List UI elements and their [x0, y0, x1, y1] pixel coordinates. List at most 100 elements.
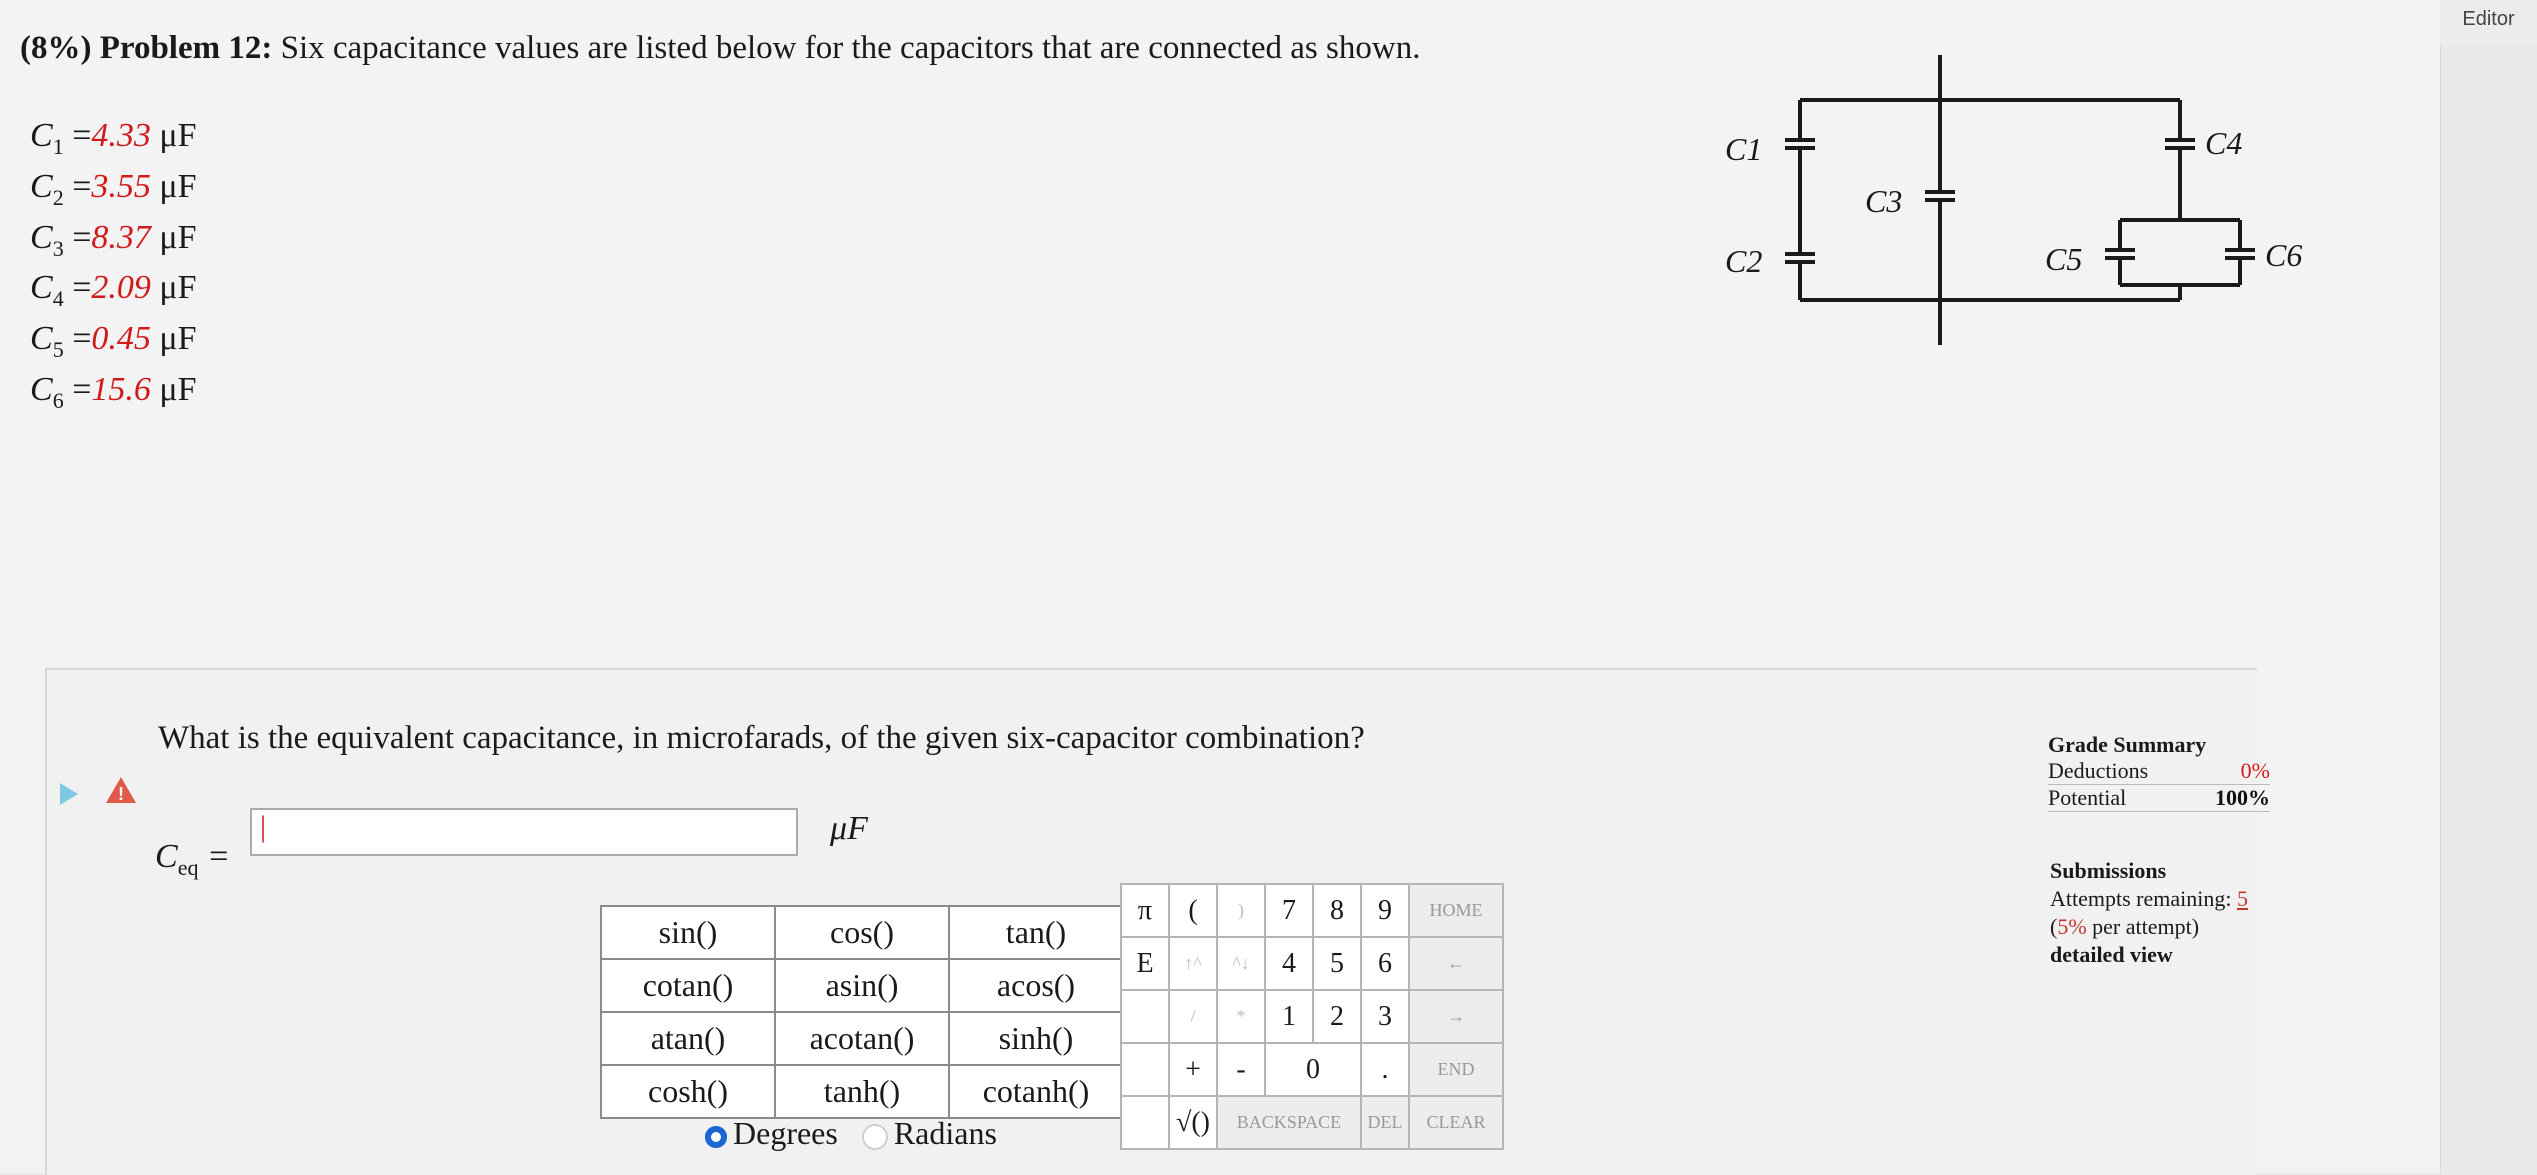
problem-title: (8%) Problem 12: Six capacitance values …	[20, 30, 1420, 67]
editor-link[interactable]: Editor	[2440, 0, 2537, 45]
slash-button[interactable]: /	[1168, 989, 1218, 1044]
back-arrow-button[interactable]: ←	[1408, 936, 1504, 991]
star-button[interactable]: *	[1216, 989, 1266, 1044]
backspace-button[interactable]: BACKSPACE	[1216, 1095, 1362, 1150]
decimal-button[interactable]: .	[1360, 1042, 1410, 1097]
per-attempt-text: per attempt)	[2086, 914, 2200, 939]
cap-value: 15.6	[91, 370, 151, 408]
digit-0-button[interactable]: 0	[1264, 1042, 1362, 1097]
cap-value: 8.37	[91, 218, 151, 256]
submissions-panel: Submissions Attempts remaining: 5 (5% pe…	[2050, 857, 2272, 969]
digit-6-button[interactable]: 6	[1360, 936, 1410, 991]
per-attempt-pct: 5%	[2057, 914, 2087, 939]
close-paren-button[interactable]: )	[1216, 883, 1266, 938]
acotan-button[interactable]: acotan()	[774, 1011, 950, 1066]
problem-statement: Six capacitance values are listed below …	[280, 30, 1421, 66]
radians-radio[interactable]	[861, 1123, 888, 1150]
e-button[interactable]: E	[1120, 936, 1170, 991]
c4-label: C4	[2205, 125, 2242, 161]
detailed-view-link[interactable]: detailed view	[2050, 941, 2272, 969]
potential-row: Potential 100%	[2048, 785, 2270, 812]
capacitor-row-3: C3 =8.37 μF	[30, 218, 197, 269]
play-icon[interactable]	[60, 783, 78, 805]
digit-7-button[interactable]: 7	[1264, 883, 1314, 938]
pi-button[interactable]: π	[1120, 883, 1170, 938]
digit-2-button[interactable]: 2	[1312, 989, 1362, 1044]
attempts-row: Attempts remaining: 5	[2050, 885, 2272, 913]
degrees-radio[interactable]	[705, 1125, 727, 1148]
cap-unit: μF	[150, 269, 197, 307]
cap-eq: =	[63, 167, 92, 205]
cap-eq: =	[63, 320, 92, 358]
plus-button[interactable]: +	[1168, 1042, 1218, 1097]
cap-eq: =	[63, 370, 92, 408]
answer-label-sub: eq	[177, 854, 199, 880]
cap-name: C	[30, 269, 53, 307]
warning-icon: !	[106, 777, 136, 804]
question-text: What is the equivalent capacitance, in m…	[158, 720, 1365, 756]
cos-button[interactable]: cos()	[774, 905, 950, 960]
cotanh-button[interactable]: cotanh()	[948, 1064, 1124, 1119]
digit-9-button[interactable]: 9	[1360, 883, 1410, 938]
capacitor-row-4: C4 =2.09 μF	[30, 268, 197, 319]
cap-value: 4.33	[91, 117, 151, 154]
sinh-button[interactable]: sinh()	[948, 1011, 1124, 1066]
degrees-label: Degrees	[733, 1115, 838, 1151]
per-attempt-row: (5% per attempt)	[2050, 913, 2272, 941]
answer-label-main: C	[155, 838, 178, 875]
minus-button[interactable]: -	[1216, 1042, 1266, 1097]
svg-text:!: !	[118, 784, 124, 804]
answer-input[interactable]: |	[250, 808, 798, 856]
cap-sub: 6	[52, 387, 64, 413]
grade-summary-title: Grade Summary	[2048, 732, 2207, 757]
open-paren-button[interactable]: (	[1168, 883, 1218, 938]
up-caret-button[interactable]: ↑^	[1168, 936, 1218, 991]
acos-button[interactable]: acos()	[948, 958, 1124, 1013]
down-caret-button[interactable]: ^↓	[1216, 936, 1266, 991]
asin-button[interactable]: asin()	[774, 958, 950, 1013]
capacitor-list: C1 =4.33 μF C2 =3.55 μF C3 =8.37 μF C4 =…	[30, 116, 197, 421]
cap-unit: μF	[150, 370, 197, 408]
c2-label: C2	[1725, 243, 1762, 279]
end-button[interactable]: END	[1408, 1042, 1504, 1097]
cap-name: C	[30, 218, 53, 256]
sin-button[interactable]: sin()	[600, 905, 776, 960]
digit-8-button[interactable]: 8	[1312, 883, 1362, 938]
sqrt-button[interactable]: √()	[1168, 1095, 1218, 1150]
home-button[interactable]: HOME	[1408, 883, 1504, 938]
unit-label: μF	[830, 810, 868, 847]
cap-unit: μF	[150, 167, 197, 205]
calculator-keypad: π ( ) 7 8 9 HOME E ↑^ ^↓ 4 5 6 ← / * 1 2…	[1120, 883, 1504, 1150]
tanh-button[interactable]: tanh()	[774, 1064, 950, 1119]
function-table: sin() cos() tan() cotan() asin() acos() …	[600, 905, 1124, 1119]
potential-label: Potential	[2048, 785, 2127, 810]
del-button[interactable]: DEL	[1360, 1095, 1410, 1150]
digit-1-button[interactable]: 1	[1264, 989, 1314, 1044]
cotan-button[interactable]: cotan()	[600, 958, 776, 1013]
cap-eq: =	[63, 218, 92, 256]
cap-name: C	[30, 320, 53, 358]
cap-name: C	[30, 167, 53, 205]
cap-name: C	[30, 370, 53, 408]
potential-value: 100%	[2215, 785, 2270, 810]
digit-4-button[interactable]: 4	[1264, 936, 1314, 991]
capacitor-row-6: C6 =15.6 μF	[30, 370, 197, 421]
tan-button[interactable]: tan()	[948, 905, 1124, 960]
grade-summary: Grade Summary Deductions 0% Potential 10…	[2048, 732, 2270, 812]
cosh-button[interactable]: cosh()	[600, 1064, 776, 1119]
angle-mode: Degrees Radians	[705, 1115, 997, 1152]
fwd-arrow-button[interactable]: →	[1408, 989, 1504, 1044]
answer-label-eq: =	[198, 838, 230, 875]
clear-button[interactable]: CLEAR	[1408, 1095, 1504, 1150]
capacitor-row-1: C1 =4.33 μF	[30, 116, 197, 167]
cap-value: 3.55	[91, 167, 151, 205]
digit-5-button[interactable]: 5	[1312, 936, 1362, 991]
attempts-value: 5	[2236, 886, 2248, 911]
cap-sub: 2	[52, 184, 64, 210]
atan-button[interactable]: atan()	[600, 1011, 776, 1066]
attempts-label: Attempts remaining:	[2050, 886, 2232, 911]
answer-label: Ceq =	[155, 838, 230, 881]
c6-label: C6	[2265, 237, 2302, 273]
cap-value: 0.45	[91, 320, 151, 358]
digit-3-button[interactable]: 3	[1360, 989, 1410, 1044]
